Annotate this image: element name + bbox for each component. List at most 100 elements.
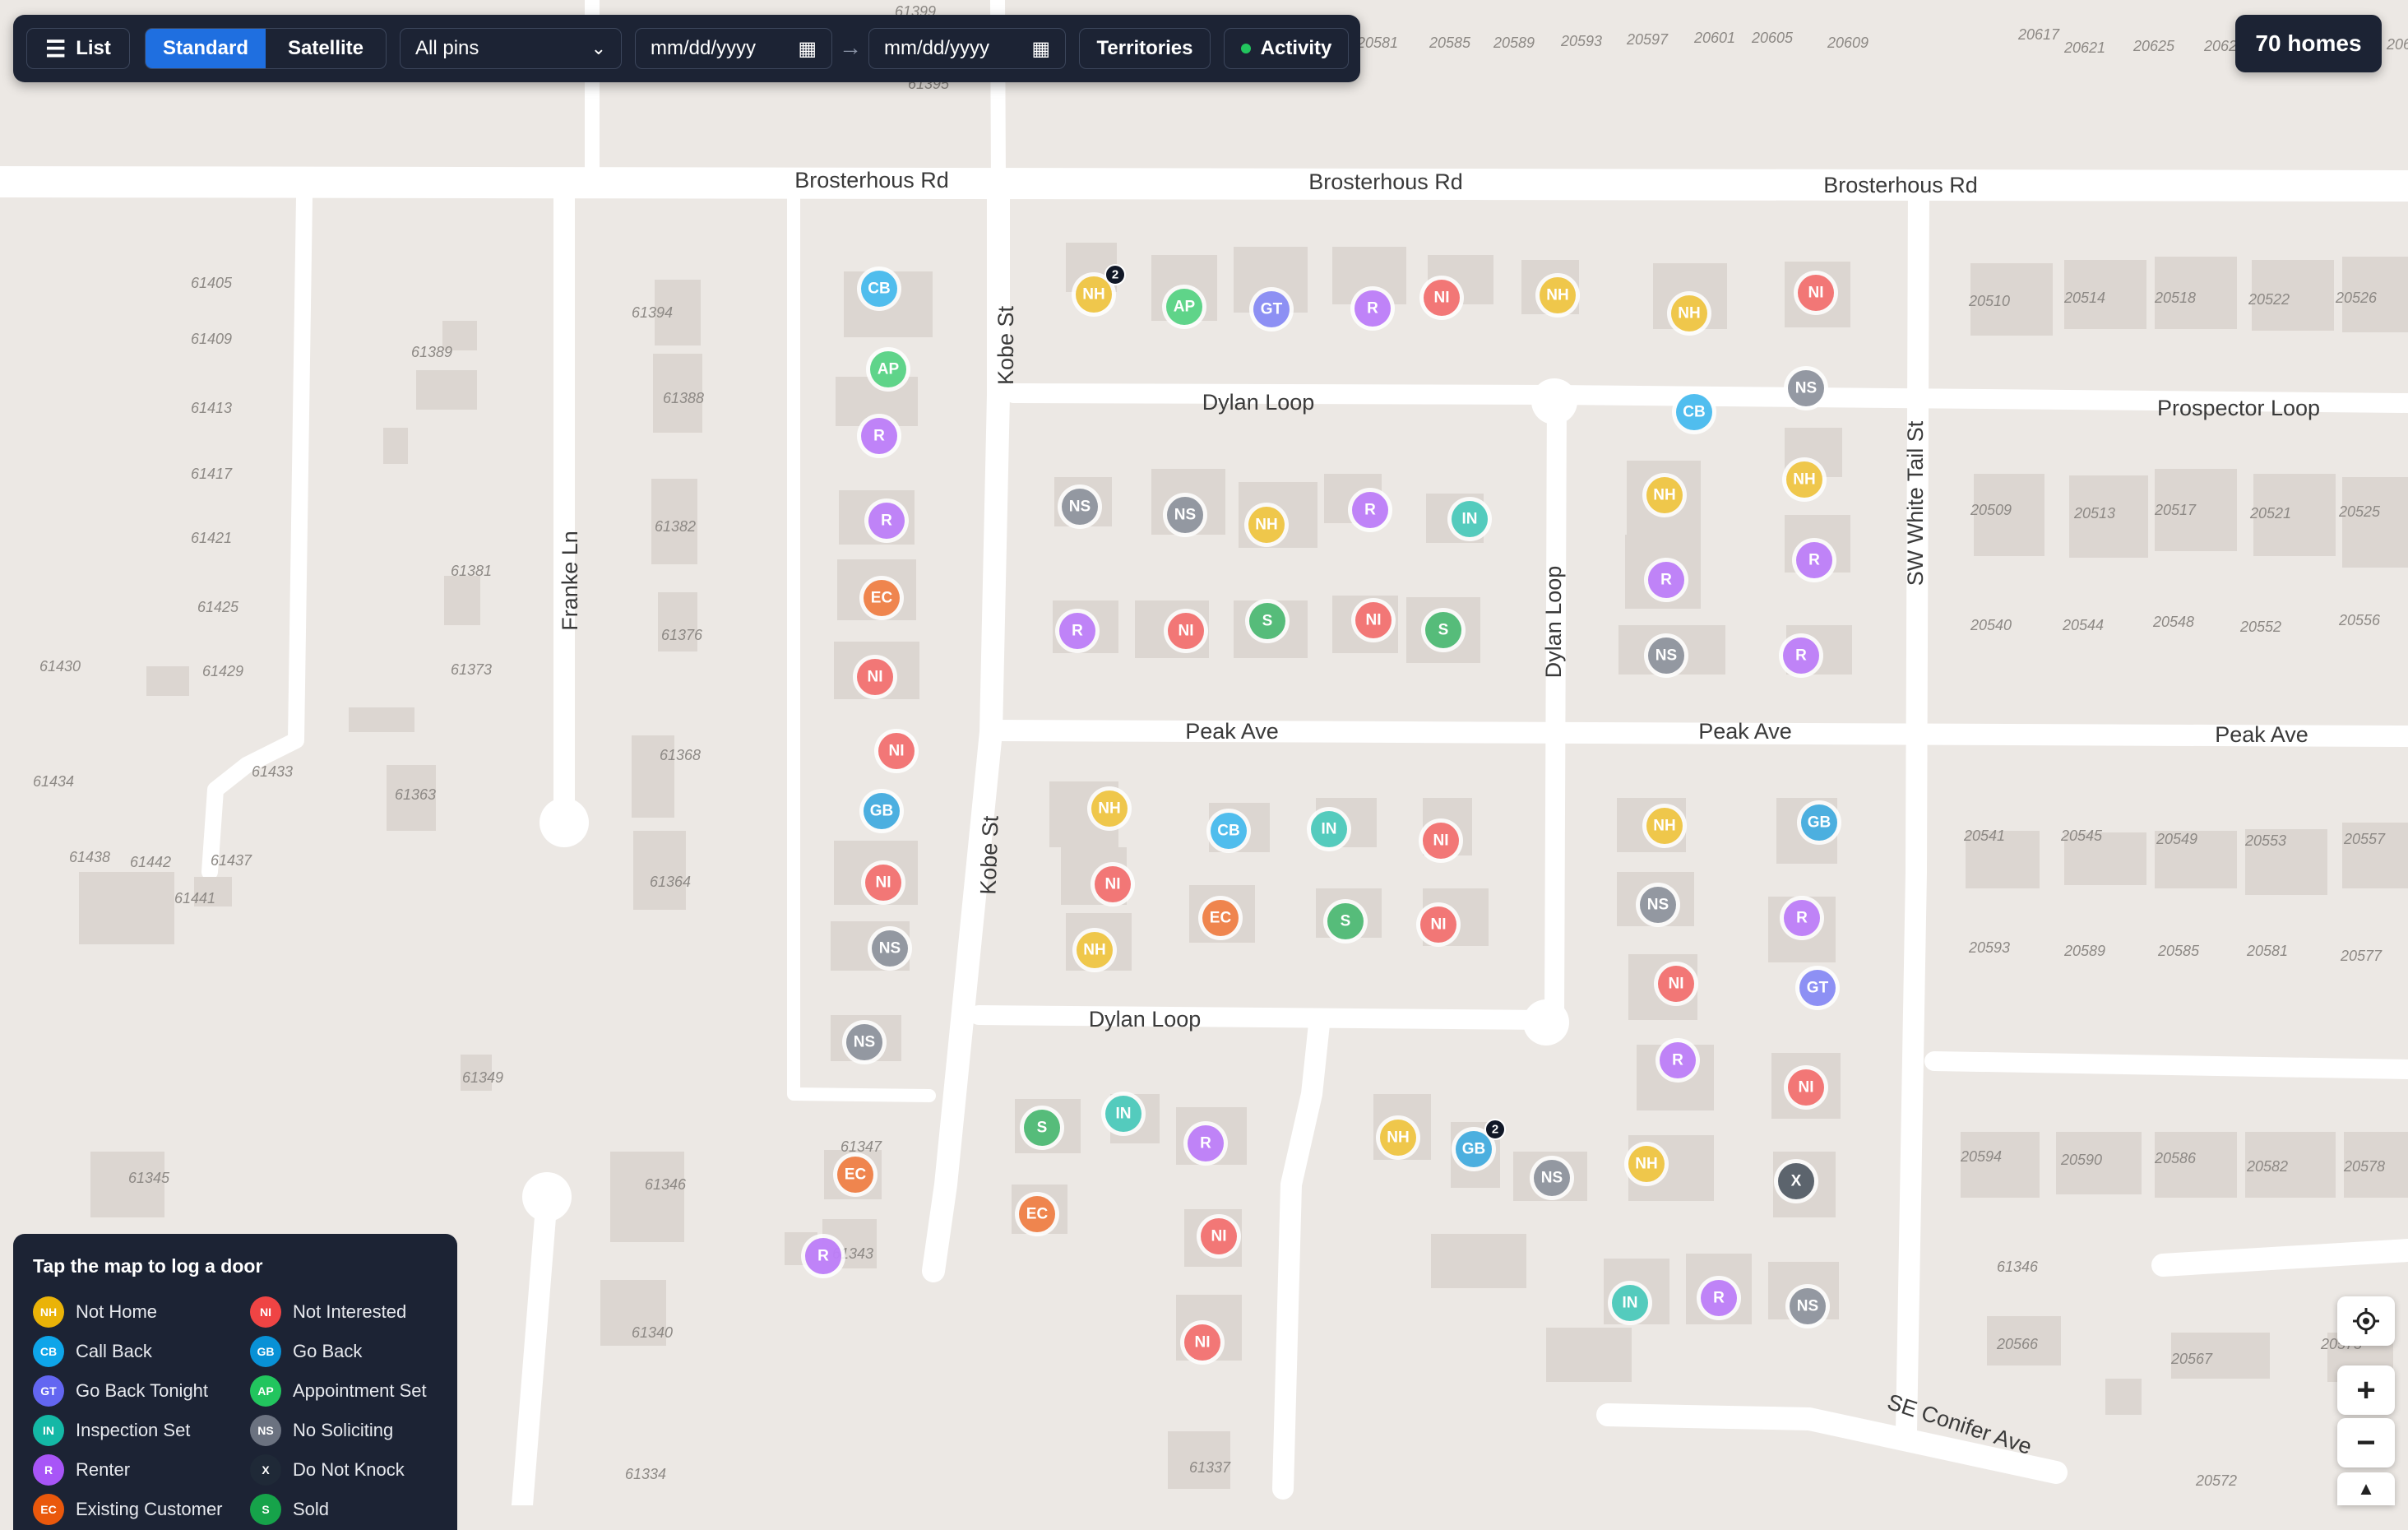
door-pin[interactable]: NH [1624,1142,1669,1186]
address-label: 61417 [191,466,233,482]
door-pin[interactable]: S [1421,608,1466,652]
door-pin[interactable]: NH [1535,273,1580,318]
street-label: Brosterhous Rd [1823,173,1978,197]
zoom-out-button[interactable]: − [2337,1418,2395,1467]
door-pin[interactable]: R [1780,896,1824,940]
door-pin[interactable]: IN [1101,1092,1146,1136]
activity-button[interactable]: Activity [1224,28,1349,69]
door-pin[interactable]: NH [1642,473,1687,517]
door-pin[interactable]: NI [1164,609,1208,653]
door-pin[interactable]: NI [861,860,905,905]
locate-me-button[interactable] [2337,1296,2395,1346]
door-pin[interactable]: NS [1636,883,1680,927]
satellite-mode-button[interactable]: Satellite [266,29,386,68]
compass-button[interactable]: ▲ [2337,1472,2395,1505]
door-pin-label: NI [1799,1079,1814,1096]
door-pin[interactable]: R [1348,488,1392,532]
door-pin[interactable]: NI [1784,1065,1828,1110]
door-pin[interactable]: NI [1197,1214,1241,1259]
door-pin-label: NI [1105,876,1121,893]
address-label: 20594 [1960,1148,2002,1165]
door-pin[interactable]: NS [1644,633,1688,678]
door-pin[interactable]: CB [1672,390,1716,434]
door-pin[interactable]: NI [1091,862,1135,906]
door-pin[interactable]: R [864,498,909,543]
door-pin[interactable]: IN [1307,807,1351,851]
list-button[interactable]: ☰ List [26,28,130,69]
door-pin[interactable]: NH [1782,457,1827,502]
door-pin-label: NI [876,874,891,892]
address-label: 20582 [2246,1158,2288,1175]
door-pin[interactable]: NI [1794,271,1838,315]
door-pin-label: NH [1546,287,1568,304]
door-pin-label: R [1660,572,1672,589]
door-pin[interactable]: NI [1180,1320,1225,1365]
door-pin[interactable]: R [1055,609,1100,653]
door-pin[interactable]: GB [859,789,904,833]
door-pin[interactable]: AP [866,347,910,392]
door-pin[interactable]: NS [842,1020,887,1064]
door-pin[interactable]: GT [1249,287,1294,332]
standard-mode-button[interactable]: Standard [146,29,266,68]
address-label: 20585 [1429,35,1471,51]
door-pin[interactable]: GT [1795,966,1840,1010]
door-pin[interactable]: NI [853,655,897,699]
address-label: 61364 [650,874,691,890]
door-pin[interactable]: R [1697,1276,1741,1320]
door-pin[interactable]: R [801,1234,845,1278]
door-pin[interactable]: AP [1162,285,1206,329]
door-pin[interactable]: NI [874,729,919,773]
door-pin[interactable]: NI [1419,818,1463,863]
door-pin[interactable]: EC [1015,1192,1059,1236]
door-pin[interactable]: IN [1447,497,1492,541]
door-pin[interactable]: R [1644,558,1688,602]
address-label: 20521 [2249,505,2291,522]
door-pin[interactable]: NS [1163,493,1207,537]
address-label: 20526 [2335,290,2378,306]
door-pin[interactable]: NI [1351,598,1396,642]
date-from-input[interactable]: mm/dd/yyyy ▦ [635,28,832,69]
door-pin[interactable]: S [1245,599,1290,643]
address-label: 20641 [2386,36,2408,53]
date-to-input[interactable]: mm/dd/yyyy ▦ [868,28,1066,69]
door-pin[interactable]: NH [1642,804,1687,848]
door-pin[interactable]: R [1656,1038,1700,1083]
door-pin[interactable]: NH [1072,928,1117,972]
door-pin[interactable]: NS [1530,1156,1574,1200]
door-pin[interactable]: R [1779,633,1823,678]
date-to-placeholder: mm/dd/yyyy [884,37,990,59]
door-pin[interactable]: CB [1206,809,1251,853]
door-pin-label: NH [1083,942,1105,959]
door-pin[interactable]: NS [868,926,912,971]
pin-filter-select[interactable]: All pins ⌄ [400,28,622,69]
door-pin[interactable]: R [1792,538,1836,582]
zoom-in-button[interactable]: + [2337,1365,2395,1415]
address-label: 61346 [645,1176,687,1193]
door-pin[interactable]: NI [1419,276,1464,320]
door-pin[interactable]: NI [1654,962,1698,1006]
door-pin[interactable]: R [857,414,901,458]
door-pin[interactable]: R [1350,286,1395,331]
door-pin[interactable]: X [1774,1159,1818,1203]
door-pin[interactable]: NH [1667,291,1711,336]
door-pin[interactable]: NS [1784,366,1828,410]
door-pin[interactable]: NH [1244,503,1289,547]
door-pin[interactable]: NH [1087,786,1132,831]
door-pin[interactable]: NS [1058,484,1102,529]
door-pin[interactable]: EC [859,576,904,620]
list-button-label: List [76,37,111,59]
door-pin[interactable]: CB [857,267,901,311]
door-pin[interactable]: NI [1416,902,1461,947]
territories-button[interactable]: Territories [1079,28,1211,69]
door-pin[interactable]: S [1020,1106,1064,1150]
legend-label: Go Back Tonight [76,1380,209,1401]
door-pin[interactable]: S [1323,899,1368,944]
door-pin[interactable]: R [1183,1121,1228,1166]
door-pin[interactable]: IN [1608,1281,1652,1325]
door-pin[interactable]: GB [1797,800,1841,845]
door-pin[interactable]: NS [1785,1284,1830,1328]
door-pin[interactable]: EC [833,1152,878,1197]
door-pin[interactable]: EC [1198,896,1243,940]
crosshair-icon [2353,1308,2379,1334]
door-pin[interactable]: NH [1376,1115,1420,1160]
